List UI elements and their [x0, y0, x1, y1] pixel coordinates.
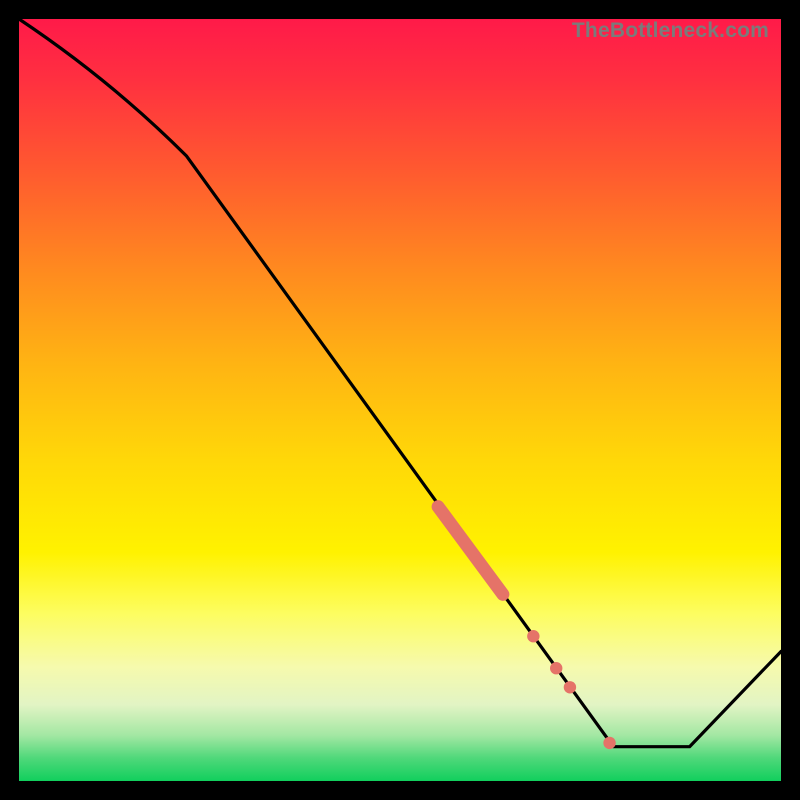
- highlight-segment: [438, 507, 503, 595]
- highlight-dot: [527, 630, 539, 642]
- highlight-dot: [603, 737, 615, 749]
- curve-line: [19, 19, 781, 747]
- highlight-dot: [550, 662, 562, 674]
- chart-overlay: [19, 19, 781, 781]
- plot-area: TheBottleneck.com: [19, 19, 781, 781]
- highlight-dot: [564, 681, 576, 693]
- chart-frame: TheBottleneck.com: [0, 0, 800, 800]
